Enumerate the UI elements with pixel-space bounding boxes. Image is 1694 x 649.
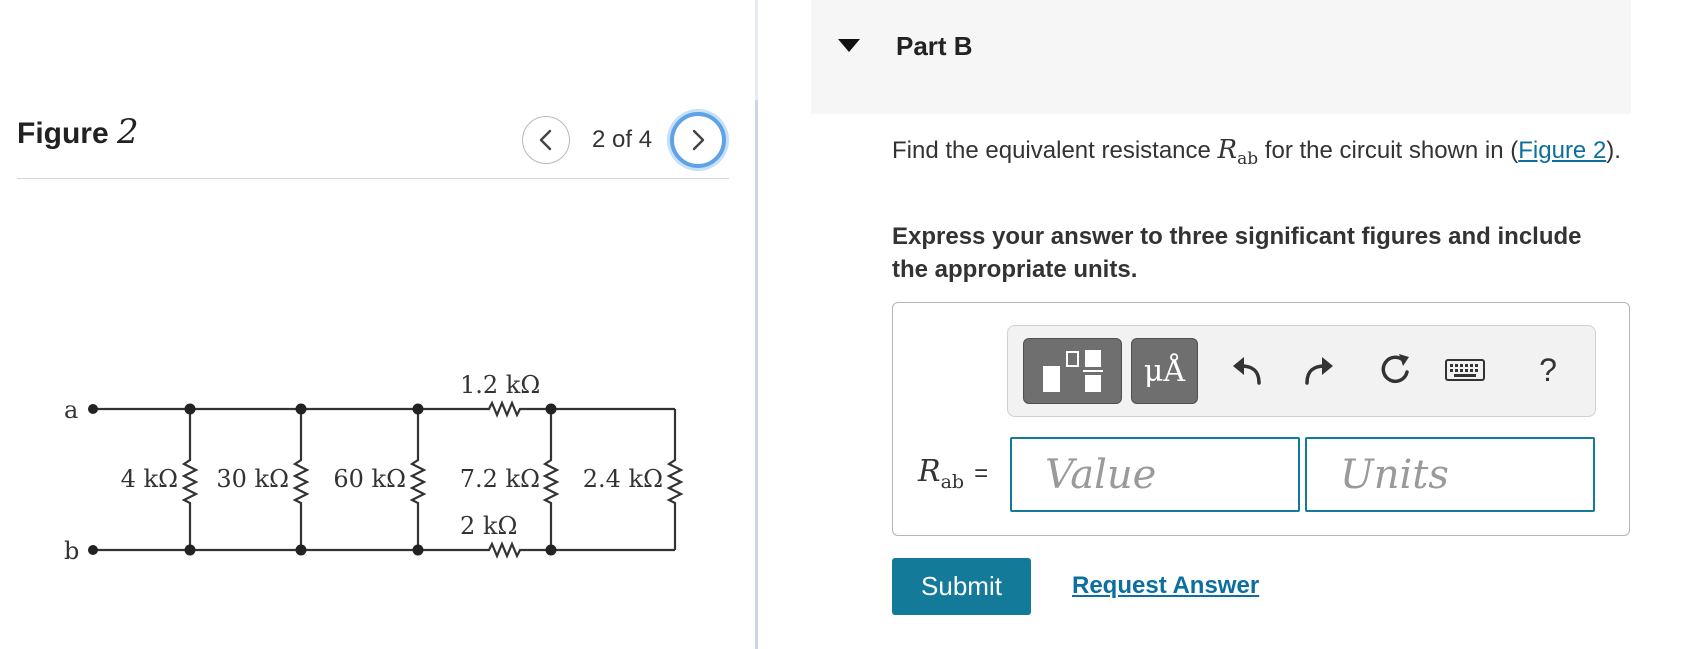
resistor-7.2k	[542, 409, 560, 550]
question-text-end: ).	[1606, 137, 1621, 164]
resistor-4k	[181, 409, 199, 550]
node-a-label: a	[64, 396, 78, 424]
resistor-label-r1: 4 kΩ	[121, 465, 178, 493]
resistor-label-r5: 2.4 kΩ	[583, 465, 663, 493]
figure-title: Figure 2	[17, 112, 139, 152]
question-symbol-sub: ab	[1237, 149, 1259, 170]
previous-figure-button[interactable]	[522, 116, 570, 164]
math-toolbar: μÅ ?	[1007, 325, 1596, 417]
question-text: Find the equivalent resistance Rab for t…	[892, 134, 1632, 176]
resistor-60k	[409, 409, 427, 550]
redo-icon	[1305, 357, 1333, 385]
undo-button[interactable]	[1226, 348, 1270, 392]
fraction-template-icon	[1042, 350, 1103, 392]
redo-button[interactable]	[1296, 348, 1340, 392]
figure-counter: 2 of 4	[592, 126, 653, 153]
answer-label-equals: =	[974, 460, 989, 487]
part-title: Part B	[896, 31, 973, 61]
reset-button[interactable]	[1373, 348, 1417, 392]
chevron-right-icon	[692, 129, 705, 151]
answer-label: Rab =	[918, 454, 988, 493]
figure-divider	[17, 178, 729, 179]
value-input[interactable]	[1010, 437, 1300, 512]
resistor-label-top: 1.2 kΩ	[460, 371, 540, 399]
templates-button[interactable]	[1023, 338, 1122, 404]
figure-pane: Figure 2 2 of 4 a b 1.2 kΩ 2 kΩ 4 kΩ 30 …	[0, 0, 756, 649]
question-text-before: Find the equivalent resistance	[892, 137, 1218, 164]
keyboard-icon	[1445, 359, 1485, 381]
instructions: Express your answer to three significant…	[892, 223, 1582, 283]
figure-title-number: 2	[117, 112, 139, 152]
units-input[interactable]	[1305, 437, 1595, 512]
resistor-label-r3: 60 kΩ	[333, 465, 406, 493]
figure-navigation: 2 of 4	[522, 112, 727, 168]
next-figure-button[interactable]	[670, 112, 727, 168]
figure-title-word: Figure	[17, 117, 109, 150]
resistor-label-r4: 7.2 kΩ	[460, 465, 540, 493]
answer-label-sub: ab	[940, 471, 965, 493]
pane-divider[interactable]	[755, 0, 758, 649]
caret-down-icon[interactable]	[838, 39, 860, 52]
help-button[interactable]: ?	[1526, 348, 1570, 392]
keyboard-button[interactable]	[1443, 348, 1487, 392]
submit-button[interactable]: Submit	[892, 558, 1031, 615]
question-symbol: Rab	[1217, 135, 1259, 169]
figure-link[interactable]: Figure 2	[1518, 137, 1606, 164]
answer-label-symbol: R	[918, 454, 941, 489]
reset-icon	[1381, 354, 1409, 384]
resistor-label-r2: 30 kΩ	[216, 465, 289, 493]
request-answer-link[interactable]: Request Answer	[1072, 572, 1259, 600]
units-button[interactable]: μÅ	[1131, 338, 1198, 404]
resistor-label-bottom: 2 kΩ	[460, 512, 517, 540]
circuit-diagram: a b 1.2 kΩ 2 kΩ 4 kΩ 30 kΩ 60 kΩ 7.2 kΩ …	[64, 371, 684, 565]
undo-icon	[1233, 357, 1261, 385]
chevron-left-icon	[539, 129, 552, 151]
node-b-label: b	[64, 537, 79, 565]
question-symbol-r: R	[1217, 135, 1238, 165]
resistor-30k	[292, 409, 310, 550]
question-text-after: for the circuit shown in (	[1258, 137, 1519, 164]
